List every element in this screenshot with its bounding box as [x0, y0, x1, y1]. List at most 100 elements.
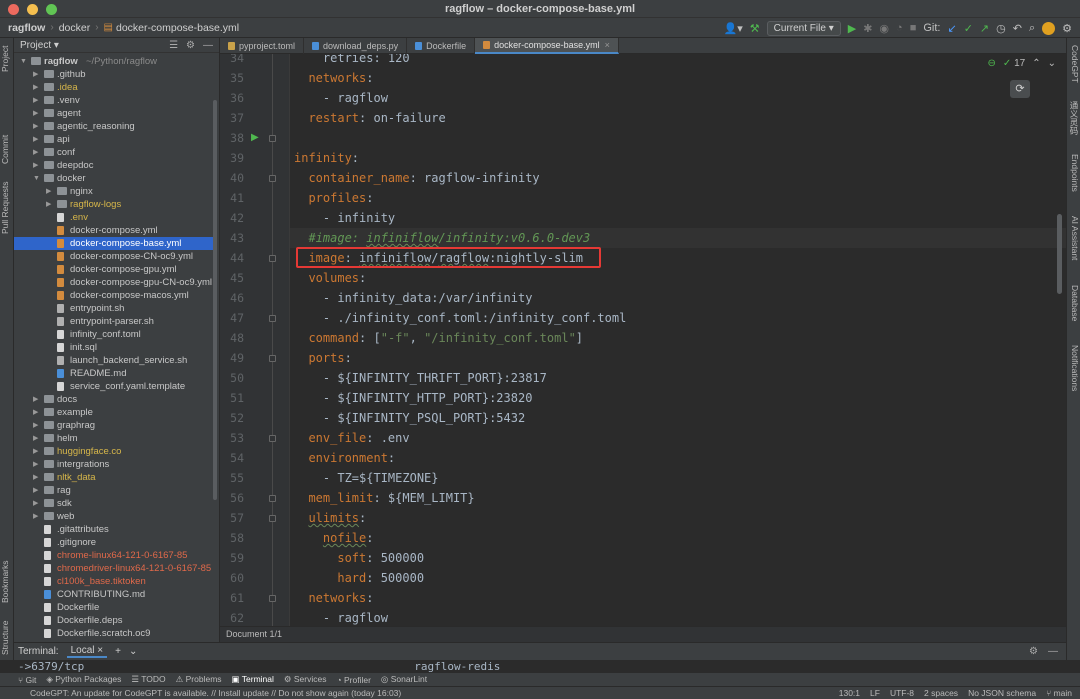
code-line[interactable]: - infinity_data:/var/infinity — [294, 288, 533, 308]
tree-file-item[interactable]: .gitattributes — [14, 523, 214, 536]
git-branch[interactable]: ⑂ main — [1046, 688, 1072, 698]
debug-icon[interactable]: ✱ — [863, 22, 872, 35]
tree-folder-item[interactable]: ▶ nltk_data — [14, 471, 214, 484]
code-line[interactable]: - ${INFINITY_PSQL_PORT}:5432 — [294, 408, 525, 428]
breadcrumb-project[interactable]: ragflow — [8, 22, 45, 34]
left-tab-pull-requests[interactable]: Pull Requests — [0, 178, 14, 238]
tree-folder-item[interactable]: ▼ ragflow ~/Python/ragflow — [14, 55, 214, 68]
chevron-right-icon[interactable]: ▶ — [33, 393, 41, 406]
code-line[interactable]: volumes: — [294, 268, 366, 288]
tool-window-profiler[interactable]: ◔ Profiler — [336, 675, 370, 685]
coverage-icon[interactable]: ◉ — [879, 22, 889, 35]
code-line[interactable]: retries: 120 — [294, 54, 410, 68]
right-tab-database[interactable]: Database — [1066, 278, 1080, 328]
tree-folder-item[interactable]: ▶ helm — [14, 432, 214, 445]
right-tab-endpoints[interactable]: Endpoints — [1066, 148, 1080, 198]
chevron-down-icon[interactable]: ⌄ — [129, 646, 137, 657]
tree-folder-item[interactable]: ▶ intergrations — [14, 458, 214, 471]
run-configuration-select[interactable]: Current File ▾ — [766, 20, 841, 36]
chevron-right-icon[interactable]: ▶ — [33, 484, 41, 497]
tree-file-item[interactable]: init.sql — [14, 341, 214, 354]
search-icon[interactable]: ⌕ — [1029, 22, 1035, 35]
tree-folder-item[interactable]: ▶ web — [14, 510, 214, 523]
code-line[interactable]: command: ["-f", "/infinity_conf.toml"] — [294, 328, 583, 348]
tree-file-item[interactable]: entrypoint.sh — [14, 302, 214, 315]
code-line[interactable]: - infinity — [294, 208, 395, 228]
history-icon[interactable]: ◷ — [996, 22, 1006, 35]
editor-tab[interactable]: download_deps.py — [304, 38, 408, 54]
chevron-right-icon[interactable]: ▶ — [33, 81, 41, 94]
code-line[interactable]: #image: infiniflow/infinity:v0.6.0-dev3 — [294, 228, 590, 248]
code-line[interactable]: - TZ=${TIMEZONE} — [294, 468, 439, 488]
hide-panel-icon[interactable]: — — [1048, 646, 1058, 657]
code-line[interactable]: - ${INFINITY_HTTP_PORT}:23820 — [294, 388, 533, 408]
reload-icon[interactable]: ⟳ — [1010, 80, 1030, 98]
tree-file-item[interactable]: cl100k_base.tiktoken — [14, 575, 214, 588]
settings-icon[interactable]: ⚙ — [1062, 22, 1072, 35]
project-scrollbar[interactable] — [213, 100, 217, 500]
tool-window-terminal[interactable]: ▣ Terminal — [232, 674, 274, 685]
fold-marker-icon[interactable] — [269, 595, 276, 602]
tree-folder-item[interactable]: ▶ huggingface.co — [14, 445, 214, 458]
breadcrumb-file[interactable]: docker-compose-base.yml — [116, 22, 239, 34]
editor-scrollbar[interactable] — [1057, 214, 1062, 294]
tree-file-item[interactable]: launch_backend_service.sh — [14, 354, 214, 367]
fold-marker-icon[interactable] — [269, 175, 276, 182]
settings-icon[interactable]: ⚙ — [1029, 646, 1038, 657]
update-icon[interactable] — [1042, 21, 1056, 35]
run-service-icon[interactable]: ▶ — [251, 132, 259, 143]
tree-file-item[interactable]: docker-compose-gpu.yml — [14, 263, 214, 276]
tree-folder-item[interactable]: ▶ .idea — [14, 81, 214, 94]
chevron-right-icon[interactable]: ▶ — [46, 185, 54, 198]
tool-window-services[interactable]: ⚙ Services — [284, 674, 327, 685]
chevron-right-icon[interactable]: ▶ — [33, 94, 41, 107]
chevron-up-icon[interactable]: ⌃ — [1032, 58, 1040, 69]
code-line[interactable]: ulimits: — [294, 508, 366, 528]
chevron-right-icon[interactable]: ▶ — [33, 159, 41, 172]
git-commit-icon[interactable]: ✓ — [964, 22, 973, 35]
git-update-icon[interactable]: ↙ — [947, 22, 956, 35]
tree-folder-item[interactable]: ▶ .github — [14, 68, 214, 81]
code-line[interactable]: - ragflow — [294, 608, 388, 626]
collapse-all-icon[interactable]: ☰ — [169, 40, 178, 51]
rollback-icon[interactable]: ↶ — [1013, 22, 1022, 35]
terminal-output[interactable]: ->6379/tcp ragflow-redis — [14, 660, 1066, 674]
code-line[interactable]: container_name: ragflow-infinity — [294, 168, 539, 188]
code-line[interactable]: networks: — [294, 588, 373, 608]
fold-marker-icon[interactable] — [269, 515, 276, 522]
tree-file-item[interactable]: docker-compose-macos.yml — [14, 289, 214, 302]
caret-position[interactable]: 130:1 — [839, 688, 860, 698]
right-tab-notifications[interactable]: Notifications — [1066, 338, 1080, 398]
tree-folder-item[interactable]: ▶ graphrag — [14, 419, 214, 432]
fold-marker-icon[interactable] — [269, 255, 276, 262]
code-line[interactable]: ports: — [294, 348, 351, 368]
chevron-right-icon[interactable]: ▶ — [33, 458, 41, 471]
chevron-right-icon[interactable]: ▶ — [33, 133, 41, 146]
chevron-right-icon[interactable]: ▶ — [33, 497, 41, 510]
project-view-selector[interactable]: Project ▾ — [20, 40, 59, 51]
breadcrumb-folder[interactable]: docker — [59, 22, 91, 34]
code-line[interactable]: - ragflow — [294, 88, 388, 108]
code-line[interactable]: nofile: — [294, 528, 374, 548]
right-tab-codegpt[interactable]: CodeGPT — [1066, 42, 1080, 86]
fold-marker-icon[interactable] — [269, 135, 276, 142]
fold-marker-icon[interactable] — [269, 435, 276, 442]
tool-window-git[interactable]: ⑂ Git — [18, 675, 36, 685]
code-line[interactable]: profiles: — [294, 188, 373, 208]
tree-folder-item[interactable]: ▶ agent — [14, 107, 214, 120]
code-line[interactable]: mem_limit: ${MEM_LIMIT} — [294, 488, 474, 508]
tree-folder-item[interactable]: ▶ .venv — [14, 94, 214, 107]
tree-folder-item[interactable]: ▼ docker — [14, 172, 214, 185]
tree-folder-item[interactable]: ▶ sdk — [14, 497, 214, 510]
code-line[interactable]: env_file: .env — [294, 428, 409, 448]
hammer-icon[interactable]: ⚒ — [750, 22, 760, 35]
status-message[interactable]: CodeGPT: An update for CodeGPT is availa… — [30, 688, 401, 698]
editor-tab[interactable]: pyproject.toml — [220, 38, 305, 54]
profile-icon[interactable]: ◔ — [896, 22, 903, 34]
chevron-down-icon[interactable]: ▼ — [20, 55, 28, 68]
code-line[interactable]: - ${INFINITY_THRIFT_PORT}:23817 — [294, 368, 547, 388]
indent-setting[interactable]: 2 spaces — [924, 688, 958, 698]
tree-file-item[interactable]: service_conf.yaml.template — [14, 380, 214, 393]
tool-window-sonarlint[interactable]: ◎ SonarLint — [381, 674, 427, 685]
chevron-down-icon[interactable]: ⌄ — [1048, 58, 1056, 69]
